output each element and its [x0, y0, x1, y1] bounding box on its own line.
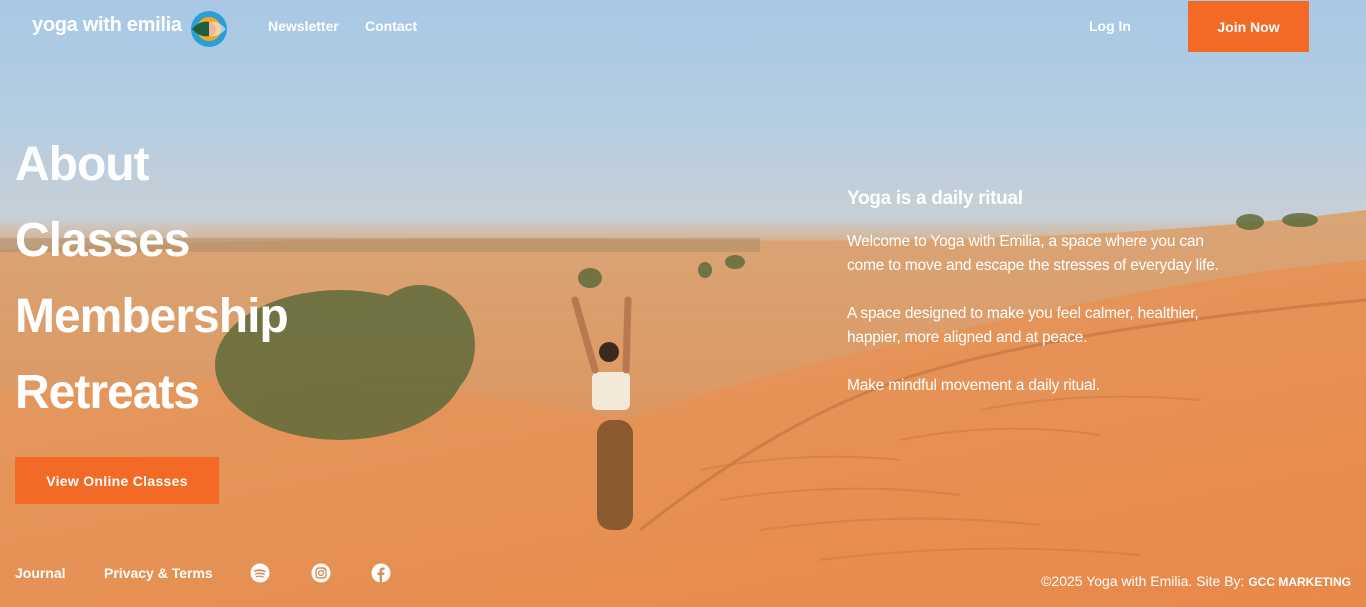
menu-item-classes[interactable]: Classes — [15, 214, 288, 290]
facebook-icon[interactable] — [371, 563, 391, 583]
menu-item-membership[interactable]: Membership — [15, 290, 289, 366]
copyright-text: ©2025 Yoga with Emilia. Site By: GCC MAR… — [1041, 573, 1351, 589]
brand-logo-icon[interactable] — [190, 10, 228, 48]
intro-paragraph-2: A space designed to make you feel calmer… — [847, 305, 1199, 346]
site-by-link[interactable]: GCC MARKETING — [1248, 575, 1351, 589]
menu-item-retreats[interactable]: Retreats — [15, 366, 288, 442]
menu-item-about[interactable]: About — [15, 138, 288, 214]
nav-login[interactable]: Log In — [1089, 18, 1131, 34]
copyright-label: ©2025 Yoga with Emilia. Site By: — [1041, 573, 1245, 589]
footer-privacy-link[interactable]: Privacy & Terms — [104, 565, 213, 581]
intro-heading: Yoga is a daily ritual — [847, 188, 1023, 209]
intro-section: Yoga is a daily ritual Welcome to Yoga w… — [847, 188, 1227, 422]
view-online-classes-button[interactable]: View Online Classes — [15, 457, 219, 504]
brand-name[interactable]: yoga with emilia — [32, 14, 182, 37]
main-menu: About Classes Membership Retreats — [15, 138, 289, 442]
join-now-button[interactable]: Join Now — [1188, 1, 1309, 52]
spotify-icon[interactable] — [250, 563, 270, 583]
site-header: yoga with emilia Newsletter Contact Log … — [0, 0, 1366, 52]
footer-journal-link[interactable]: Journal — [15, 565, 66, 581]
nav-newsletter[interactable]: Newsletter — [268, 18, 339, 34]
intro-paragraph-1: Welcome to Yoga with Emilia, a space whe… — [847, 233, 1219, 274]
intro-paragraph-3: Make mindful movement a daily ritual. — [847, 377, 1100, 394]
instagram-icon[interactable] — [311, 563, 331, 583]
nav-contact[interactable]: Contact — [365, 18, 417, 34]
